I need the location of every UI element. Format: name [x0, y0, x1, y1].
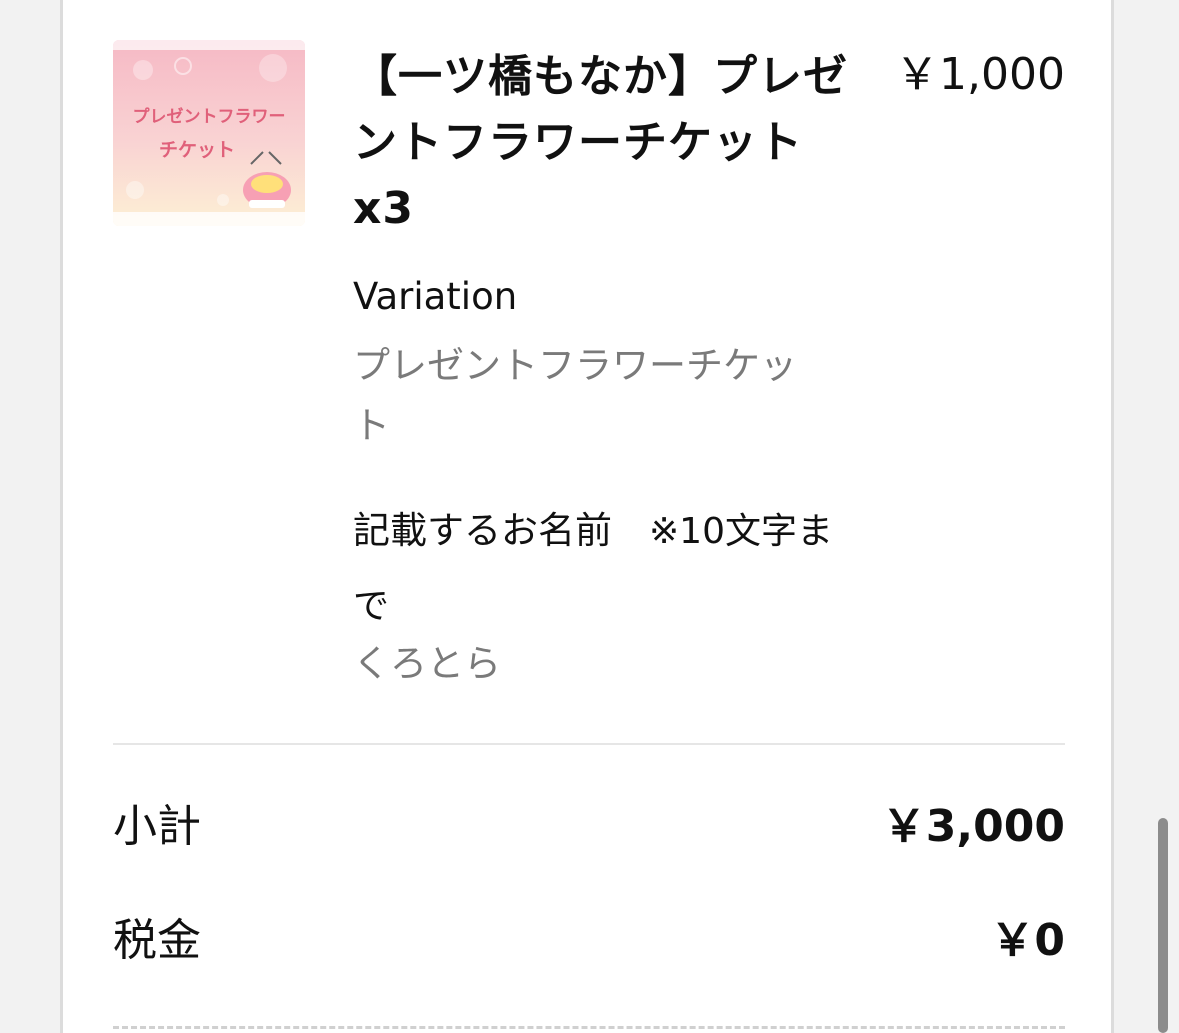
name-option-label: 記載するお名前 ※10文字まで [353, 494, 853, 644]
product-thumbnail: プレゼントフラワー チケット [113, 40, 305, 226]
divider [113, 743, 1065, 745]
name-option-title: 記載するお名前 [353, 509, 649, 552]
unit-price: ￥1,000 [895, 49, 1065, 100]
product-title[interactable]: 【一ツ橋もなか】プレゼントフラワーチケット x3 [353, 44, 853, 242]
checkout-page: プレゼントフラワー チケット 【一ツ橋もなか】プレゼントフラワーチケット x3 … [0, 0, 1179, 1033]
name-option-value: くろとら [353, 642, 501, 685]
tax-label: 税金 [113, 915, 201, 966]
dashed-divider [113, 1026, 1065, 1029]
variation-label: Variation [353, 275, 518, 318]
tax-value: ￥0 [990, 915, 1065, 966]
thumbnail-text-2: チケット [159, 139, 235, 161]
thumbnail-text-1: プレゼントフラワー [133, 106, 286, 127]
subtotal-label: 小計 [113, 801, 201, 852]
subtotal-value: ￥3,000 [881, 801, 1065, 852]
variation-value: プレゼントフラワーチケット [353, 344, 797, 447]
scrollbar[interactable] [1158, 818, 1168, 1033]
order-summary-card: プレゼントフラワー チケット 【一ツ橋もなか】プレゼントフラワーチケット x3 … [60, 0, 1114, 1033]
